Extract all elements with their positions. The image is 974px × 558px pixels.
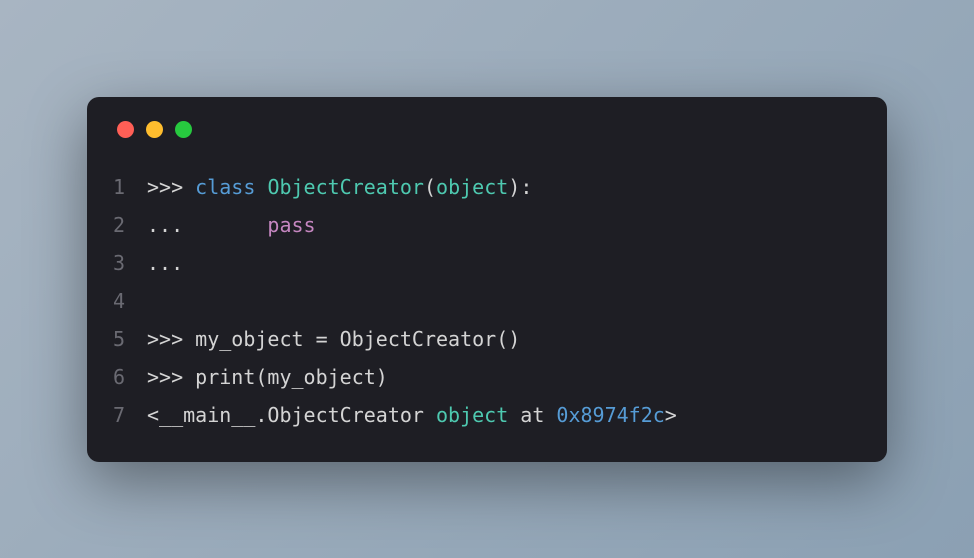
line-number: 6	[107, 358, 147, 396]
code-token: (my_object)	[255, 365, 387, 389]
line-content: <__main__.ObjectCreator object at 0x8974…	[147, 396, 677, 434]
titlebar	[107, 121, 867, 138]
code-line: 6>>> print(my_object)	[107, 358, 867, 396]
maximize-icon[interactable]	[175, 121, 192, 138]
code-token: 0x8974f2c	[556, 403, 664, 427]
code-line: 7<__main__.ObjectCreator object at 0x897…	[107, 396, 867, 434]
code-token: <__main__.ObjectCreator	[147, 403, 436, 427]
code-line: 1>>> class ObjectCreator(object):	[107, 168, 867, 206]
code-token: ):	[508, 175, 532, 199]
code-token: at	[508, 403, 556, 427]
code-line: 5>>> my_object = ObjectCreator()	[107, 320, 867, 358]
line-number: 4	[107, 282, 147, 320]
code-token: >>>	[147, 365, 195, 389]
close-icon[interactable]	[117, 121, 134, 138]
line-number: 3	[107, 244, 147, 282]
code-token: object	[436, 403, 508, 427]
code-line: 2... pass	[107, 206, 867, 244]
code-token: ...	[147, 213, 267, 237]
code-line: 4	[107, 282, 867, 320]
code-token: (	[424, 175, 436, 199]
line-content: ... pass	[147, 206, 316, 244]
code-token: >	[665, 403, 677, 427]
code-token: class	[195, 175, 255, 199]
line-number: 2	[107, 206, 147, 244]
code-token: pass	[267, 213, 315, 237]
code-token: ObjectCreator	[267, 175, 424, 199]
line-number: 5	[107, 320, 147, 358]
code-token: print	[195, 365, 255, 389]
code-token: ...	[147, 251, 183, 275]
line-content: >>> my_object = ObjectCreator()	[147, 320, 520, 358]
code-token: object	[436, 175, 508, 199]
line-content: >>> print(my_object)	[147, 358, 388, 396]
code-token: >>> my_object = ObjectCreator()	[147, 327, 520, 351]
line-content: >>> class ObjectCreator(object):	[147, 168, 532, 206]
code-line: 3...	[107, 244, 867, 282]
line-content: ...	[147, 244, 183, 282]
minimize-icon[interactable]	[146, 121, 163, 138]
code-token: >>>	[147, 175, 195, 199]
code-token	[255, 175, 267, 199]
code-window: 1>>> class ObjectCreator(object):2... pa…	[87, 97, 887, 462]
line-number: 7	[107, 396, 147, 434]
code-area: 1>>> class ObjectCreator(object):2... pa…	[107, 168, 867, 434]
line-number: 1	[107, 168, 147, 206]
